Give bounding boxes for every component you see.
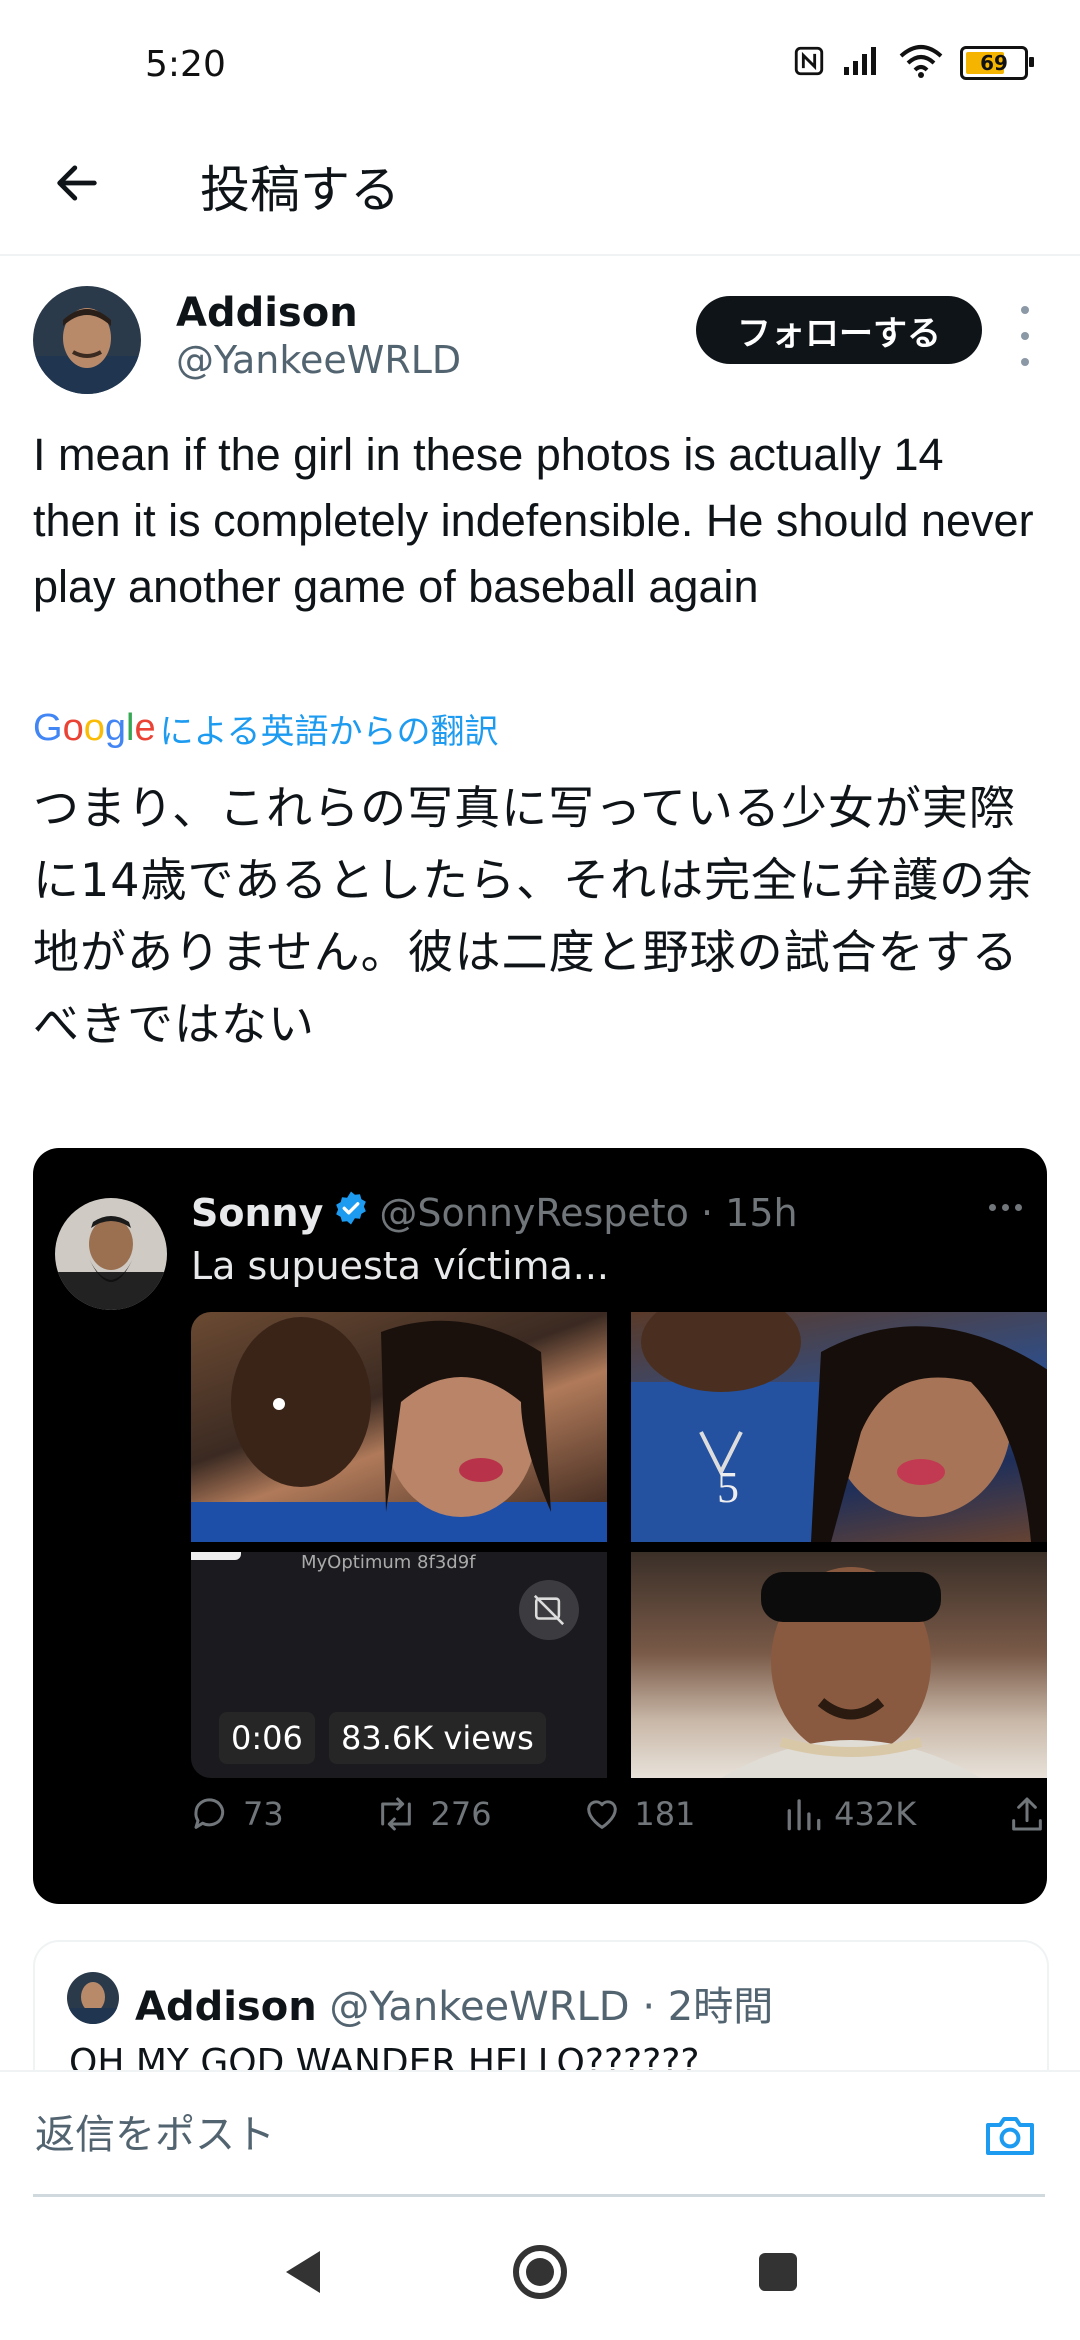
like-count: 181 [634, 1795, 696, 1833]
embedded-tweet-card[interactable]: Sonny @SonnyRespeto · 15h La supuesta ví… [33, 1148, 1047, 1904]
photo-1[interactable] [191, 1312, 607, 1542]
reply-meta: @YankeeWRLD · 2時間 [329, 1984, 774, 2030]
top-bar: 投稿する [0, 120, 1080, 256]
translated-text: つまり、これらの写真に写っている少女が実際に14歳であるとしたら、それは完全に弁… [33, 781, 1034, 1051]
like-action[interactable]: 181 [582, 1794, 695, 1834]
page-title: 投稿する [200, 161, 400, 219]
author-name[interactable]: Addison [176, 290, 358, 336]
views-action[interactable]: 432K [786, 1794, 916, 1834]
more-vertical-icon[interactable] [1010, 306, 1040, 366]
embedded-more-icon[interactable] [989, 1204, 1022, 1211]
battery-icon: 69 [960, 46, 1034, 80]
wifi-icon [898, 44, 944, 82]
embedded-avatar[interactable] [55, 1198, 167, 1310]
svg-text:5: 5 [717, 1463, 739, 1512]
author-avatar[interactable] [33, 286, 141, 394]
reply-action[interactable]: 73 [191, 1794, 284, 1834]
gif-off-icon[interactable] [519, 1580, 579, 1640]
views-icon [787, 1799, 821, 1831]
reply-underline [33, 2194, 1045, 2197]
translate-label[interactable]: による英語からの翻訳 [160, 704, 499, 753]
views-count: 432K [834, 1795, 917, 1833]
reply-tweet-preview[interactable]: Addison @YankeeWRLD · 2時間 OH MY GOD WAND… [33, 1940, 1049, 2072]
system-nav-bar [0, 2200, 1080, 2340]
photo-2[interactable]: 5 [631, 1312, 1047, 1542]
battery-level: 69 [980, 51, 1008, 75]
video-top-bar [191, 1552, 241, 1560]
translation-attribution[interactable]: Google による英語からの翻訳 [33, 704, 499, 753]
embedded-meta: @SonnyRespeto · 15h [379, 1190, 798, 1235]
reply-author-name[interactable]: Addison [135, 1984, 317, 2030]
video-duration: 0:06 [219, 1712, 315, 1764]
reply-icon [194, 1798, 225, 1829]
reply-count: 73 [243, 1795, 284, 1833]
status-icons: 69 [792, 44, 1034, 82]
back-button[interactable] [42, 150, 112, 220]
nav-back-icon[interactable] [270, 2240, 334, 2304]
back-arrow-icon [51, 157, 103, 213]
video-header-text: MyOptimum 8f3d9f [301, 1552, 476, 1573]
photo-3[interactable] [631, 1552, 1047, 1778]
author-handle[interactable]: @YankeeWRLD [176, 338, 461, 382]
embedded-header: Sonny @SonnyRespeto · 15h [191, 1190, 798, 1235]
video-player[interactable]: MyOptimum 8f3d9f 0:06 83.6K views [191, 1552, 607, 1778]
verified-icon [333, 1190, 369, 1235]
share-icon [1012, 1797, 1042, 1831]
share-action[interactable] [1007, 1794, 1047, 1834]
follow-button[interactable]: フォローする [696, 296, 982, 364]
status-bar: 5:20 69 [0, 0, 1080, 120]
nfc-icon [792, 44, 826, 82]
embedded-text: La supuesta víctima... [191, 1244, 609, 1288]
reply-author-avatar[interactable] [67, 1972, 119, 2024]
reply-bar [0, 2070, 1080, 2197]
like-icon [587, 1800, 618, 1829]
tweet-text: I mean if the girl in these photos is ac… [33, 429, 1034, 612]
video-views: 83.6K views [329, 1712, 546, 1764]
reply-text: OH MY GOD WANDER HELLO?????? [69, 2042, 700, 2072]
signal-icon [842, 45, 882, 81]
reply-header: Addison @YankeeWRLD · 2時間 [135, 1974, 773, 2032]
google-logo: Google [33, 707, 156, 749]
media-grid: 5 MyOptimum 8f3d9f 0:06 83.6K views [191, 1312, 1047, 1778]
status-time: 5:20 [145, 44, 226, 85]
embedded-actions: 73 276 181 432K [191, 1794, 1047, 1834]
retweet-icon [381, 1797, 412, 1831]
author-row: Addison @YankeeWRLD フォローする [0, 270, 1080, 410]
nav-home-icon[interactable] [508, 2240, 572, 2304]
nav-recents-icon[interactable] [746, 2240, 810, 2304]
embedded-author-name[interactable]: Sonny [191, 1191, 323, 1235]
retweet-action[interactable]: 276 [374, 1794, 492, 1834]
camera-icon[interactable] [984, 2112, 1036, 2162]
retweet-count: 276 [430, 1795, 492, 1833]
reply-input[interactable] [33, 2090, 937, 2180]
